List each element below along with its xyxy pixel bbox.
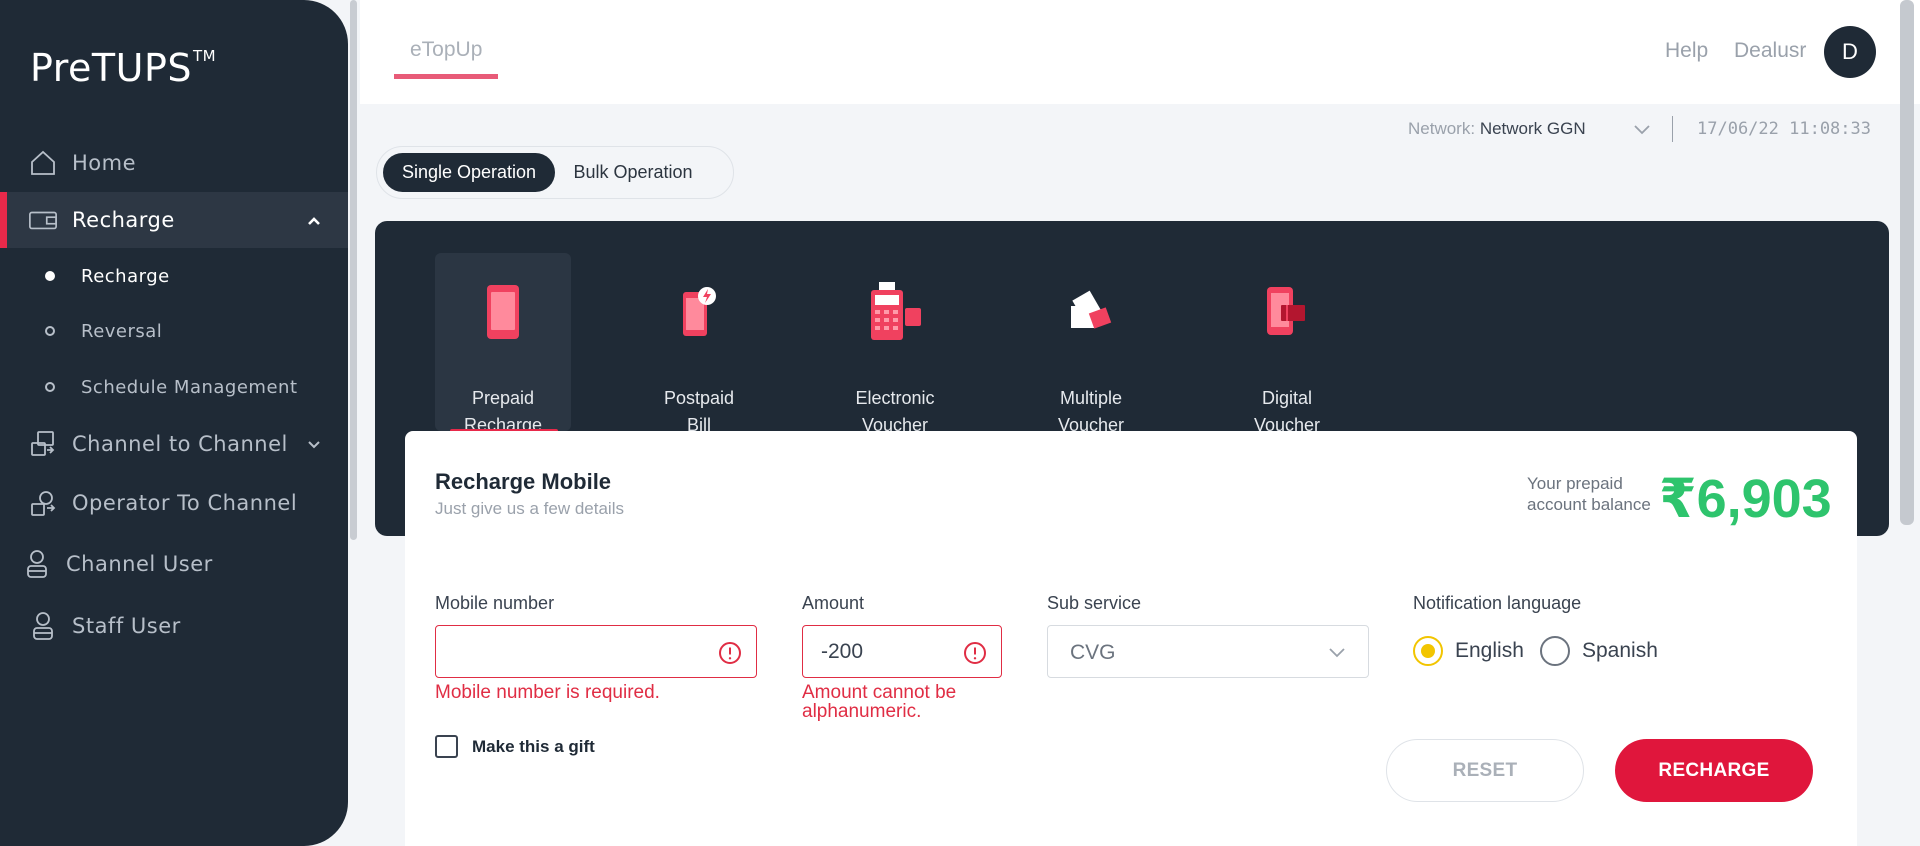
service-prepaid-recharge[interactable]: Prepaid Recharge [435, 253, 571, 435]
chevron-down-icon [1328, 646, 1346, 665]
checkbox[interactable] [435, 735, 458, 758]
amount-input[interactable]: -200 [802, 625, 1002, 678]
sidebar-item-label: Channel User [66, 552, 213, 576]
sidebar-item-label: Channel to Channel [72, 432, 288, 456]
sub-service-select[interactable]: CVG [1047, 625, 1369, 678]
user-icon [28, 611, 58, 641]
amount-value: -200 [821, 640, 864, 663]
error-icon [963, 641, 987, 670]
mobile-number-error: Mobile number is required. [435, 682, 660, 703]
notification-language-label: Notification language [1413, 593, 1582, 613]
transfer-icon [28, 429, 58, 459]
network-selector[interactable]: Network: Network GGN [1408, 119, 1586, 139]
balance-value: ₹6,903 [1659, 469, 1832, 529]
sidebar-subitem-label: Schedule Management [81, 376, 298, 398]
brand-trademark: TM [192, 47, 217, 65]
bullet-icon [45, 326, 55, 336]
mobile-number-input[interactable] [435, 625, 757, 678]
single-operation-button[interactable]: Single Operation [383, 153, 555, 192]
sidebar-item-channel-user[interactable]: Channel User [0, 536, 348, 592]
radio-label: Spanish [1582, 639, 1658, 662]
sidebar-subitem-label: Recharge [81, 265, 170, 287]
sub-service-value: CVG [1070, 641, 1116, 664]
language-radio-english[interactable]: English [1413, 636, 1524, 666]
vouchers-icon [1023, 281, 1159, 343]
chevron-up-icon[interactable] [306, 210, 322, 234]
sidebar-item-home[interactable]: Home [0, 135, 348, 191]
gift-checkbox[interactable]: Make this a gift [435, 735, 595, 758]
sidebar-item-operator-to-channel[interactable]: Operator To Channel [0, 475, 348, 531]
sidebar-item-recharge[interactable]: Recharge [0, 192, 348, 248]
service-label: Postpaid [663, 388, 735, 408]
sidebar-subitem-reversal[interactable]: Reversal [0, 311, 348, 351]
divider [1672, 116, 1673, 142]
error-icon [718, 641, 742, 670]
gift-checkbox-label: Make this a gift [472, 736, 595, 756]
operation-toggle: Single Operation Bulk Operation [376, 146, 734, 199]
chevron-down-icon[interactable] [306, 434, 322, 458]
mobile-icon [435, 281, 571, 343]
recharge-form-card: Recharge Mobile Just give us a few detai… [405, 431, 1857, 846]
chevron-down-icon[interactable] [1633, 122, 1651, 141]
service-electronic-voucher[interactable]: Electronic Voucher [827, 253, 963, 435]
tab-etopup[interactable]: eTopUp [394, 38, 499, 79]
amount-error-text: Amount cannot be [802, 682, 957, 703]
service-postpaid-bill[interactable]: Postpaid Bill [631, 253, 767, 435]
radio-unselected [1540, 636, 1570, 666]
sidebar-subitem-recharge[interactable]: Recharge [0, 256, 348, 296]
brand-name: PreTUPS [30, 46, 192, 90]
network-value: Network GGN [1479, 119, 1586, 138]
sub-service-label: Sub service [1047, 593, 1142, 613]
help-link[interactable]: Help [1665, 39, 1708, 63]
username[interactable]: Dealusr [1734, 39, 1806, 63]
wallet-icon [28, 205, 58, 235]
service-label: Prepaid [471, 388, 535, 408]
bulk-operation-button[interactable]: Bulk Operation [563, 153, 703, 192]
sidebar: PreTUPSTM Home Recharge Recharge Reversa… [0, 0, 348, 846]
sidebar-item-label: Operator To Channel [72, 491, 298, 515]
bullet-icon [45, 271, 55, 281]
recharge-button[interactable]: RECHARGE [1615, 739, 1813, 802]
sidebar-item-label: Recharge [72, 208, 175, 232]
radio-label: English [1455, 639, 1524, 662]
avatar[interactable]: D [1824, 26, 1876, 78]
pos-terminal-icon [827, 281, 963, 343]
top-header: eTopUp Help Dealusr D [360, 0, 1920, 104]
brand-logo: PreTUPSTM [30, 46, 216, 90]
reset-button[interactable]: RESET [1386, 739, 1584, 802]
language-radio-spanish[interactable]: Spanish [1540, 636, 1658, 666]
sidebar-subitem-label: Reversal [81, 320, 163, 342]
service-multiple-voucher[interactable]: Multiple Voucher [1023, 253, 1159, 435]
balance-label: Your prepaid account balance [1527, 474, 1651, 514]
service-label: Electronic [855, 388, 935, 408]
home-icon [28, 148, 58, 178]
datetime: 17/06/22 11:08:33 [1697, 119, 1871, 139]
form-subtitle: Just give us a few details [435, 499, 624, 518]
radio-selected [1413, 636, 1443, 666]
page-scrollbar[interactable] [1900, 0, 1914, 525]
amount-error: Amount cannot be alphanumeric. [802, 683, 956, 721]
user-icon [22, 549, 52, 579]
form-title: Recharge Mobile [435, 469, 612, 494]
amount-error-text: alphanumeric. [802, 701, 922, 722]
service-digital-voucher[interactable]: Digital Voucher [1219, 253, 1355, 435]
sidebar-item-channel-to-channel[interactable]: Channel to Channel [0, 416, 348, 472]
sidebar-subitem-schedule-management[interactable]: Schedule Management [0, 367, 348, 407]
sidebar-item-staff-user[interactable]: Staff User [0, 598, 348, 654]
network-label: Network: [1408, 119, 1476, 138]
service-label: Multiple [1059, 388, 1123, 408]
service-label: Digital [1261, 388, 1313, 408]
sidebar-scrollbar[interactable] [350, 0, 357, 540]
sidebar-item-label: Home [72, 151, 137, 175]
mobile-bill-icon [631, 281, 767, 343]
bullet-icon [45, 382, 55, 392]
sidebar-item-label: Staff User [72, 614, 181, 638]
amount-label: Amount [802, 593, 865, 613]
digital-voucher-icon [1219, 281, 1355, 343]
mobile-number-label: Mobile number [435, 593, 555, 613]
operator-icon [28, 488, 58, 518]
